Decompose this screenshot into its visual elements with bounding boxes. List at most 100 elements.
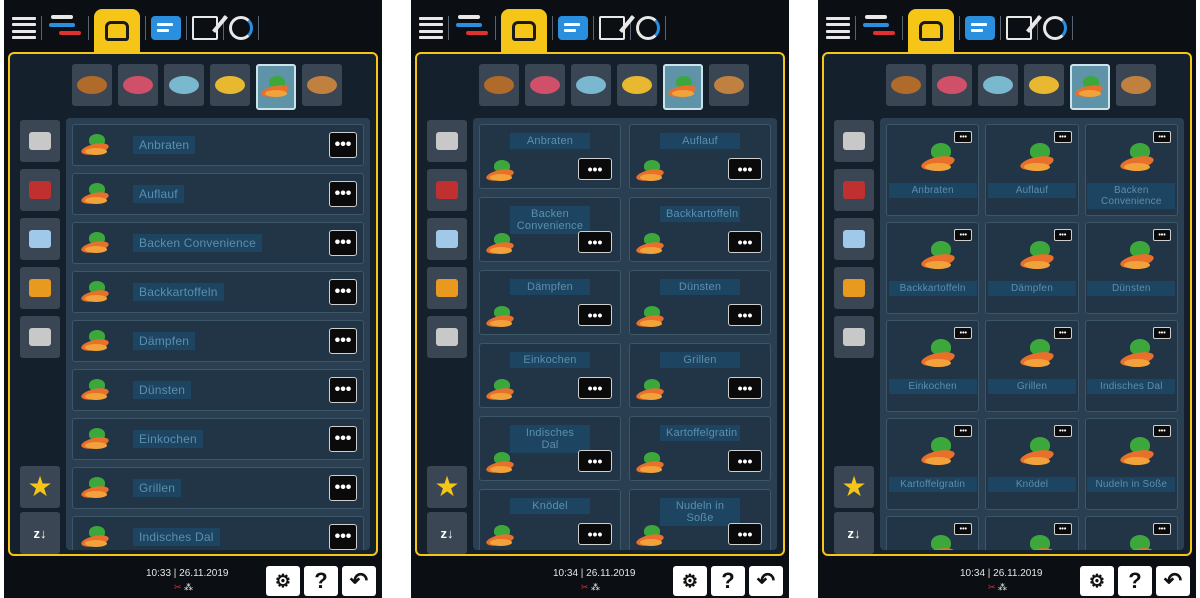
tab-programs[interactable]	[151, 10, 181, 46]
category-egg-dishes[interactable]	[210, 64, 250, 106]
sidebar-oven-rack[interactable]	[427, 120, 467, 162]
help-button[interactable]: ?	[711, 566, 745, 596]
more-button[interactable]: •••	[1153, 229, 1171, 241]
sidebar-pan[interactable]	[834, 169, 874, 211]
sidebar-pot[interactable]	[427, 218, 467, 260]
tab-programs[interactable]	[558, 10, 588, 46]
help-button[interactable]: ?	[304, 566, 338, 596]
more-button[interactable]: •••	[329, 230, 357, 256]
tile[interactable]: •••	[1084, 516, 1178, 550]
sort-button[interactable]: z↓	[834, 512, 874, 554]
sidebar-grill[interactable]	[20, 316, 60, 358]
more-button[interactable]: •••	[1053, 229, 1072, 241]
category-vegetables[interactable]	[663, 64, 703, 110]
tile[interactable]: ••• Nudeln in Soße	[1084, 418, 1178, 510]
more-button[interactable]: •••	[954, 327, 973, 339]
category-bakery[interactable]	[1116, 64, 1156, 106]
more-button[interactable]: •••	[329, 426, 357, 452]
category-meat[interactable]	[118, 64, 158, 106]
tab-edit[interactable]	[599, 10, 625, 46]
category-fish[interactable]	[164, 64, 204, 106]
tile[interactable]: Kartoffelgratin •••	[629, 416, 771, 481]
category-bakery[interactable]	[302, 64, 342, 106]
more-button[interactable]: •••	[578, 450, 612, 472]
tab-cooking-paths[interactable]	[501, 9, 547, 53]
more-button[interactable]: •••	[578, 158, 612, 180]
tile[interactable]: ••• Backkartoffeln	[886, 222, 980, 314]
list-item[interactable]: Einkochen •••	[72, 418, 364, 460]
back-button[interactable]: ↶	[1156, 566, 1190, 596]
favorites-button[interactable]: ★	[20, 466, 60, 508]
more-button[interactable]: •••	[578, 377, 612, 399]
more-button[interactable]: •••	[1053, 131, 1072, 143]
tile[interactable]: Nudeln in Soße •••	[629, 489, 771, 550]
category-fish[interactable]	[571, 64, 611, 106]
help-button[interactable]: ?	[1118, 566, 1152, 596]
tile[interactable]: Backen Convenience •••	[479, 197, 621, 262]
tab-cycle[interactable]	[229, 10, 253, 46]
settings-button[interactable]: ⚙	[1080, 566, 1114, 596]
more-button[interactable]: •••	[954, 425, 973, 437]
category-poultry[interactable]	[886, 64, 926, 106]
tile[interactable]: ••• Dünsten	[1084, 222, 1178, 314]
tab-cycle[interactable]	[1043, 10, 1067, 46]
sidebar-oven-rack[interactable]	[20, 120, 60, 162]
category-poultry[interactable]	[479, 64, 519, 106]
favorites-button[interactable]: ★	[427, 466, 467, 508]
tile[interactable]: ••• Grillen	[985, 320, 1079, 412]
category-vegetables[interactable]	[256, 64, 296, 110]
sidebar-pan[interactable]	[427, 169, 467, 211]
more-button[interactable]: •••	[728, 304, 762, 326]
category-egg-dishes[interactable]	[617, 64, 657, 106]
tab-cooking-paths[interactable]	[94, 9, 140, 53]
list-item[interactable]: Anbraten •••	[72, 124, 364, 166]
sidebar-grill[interactable]	[427, 316, 467, 358]
menu-button[interactable]	[12, 10, 36, 46]
more-button[interactable]: •••	[1153, 523, 1171, 535]
category-bakery[interactable]	[709, 64, 749, 106]
more-button[interactable]: •••	[1053, 425, 1072, 437]
more-button[interactable]: •••	[578, 304, 612, 326]
tile[interactable]: •••	[985, 516, 1079, 550]
tile[interactable]: ••• Auflauf	[985, 124, 1079, 216]
sort-button[interactable]: z↓	[20, 512, 60, 554]
tile[interactable]: Backkartoffeln •••	[629, 197, 771, 262]
tile[interactable]: ••• Indisches Dal	[1084, 320, 1178, 412]
more-button[interactable]: •••	[329, 377, 357, 403]
tab-programs[interactable]	[965, 10, 995, 46]
logo-button[interactable]	[454, 10, 490, 46]
category-poultry[interactable]	[72, 64, 112, 106]
tile[interactable]: Knödel •••	[479, 489, 621, 550]
more-button[interactable]: •••	[728, 231, 762, 253]
logo-button[interactable]	[47, 10, 83, 46]
list-item[interactable]: Auflauf •••	[72, 173, 364, 215]
tab-edit[interactable]	[1006, 10, 1032, 46]
list-item[interactable]: Grillen •••	[72, 467, 364, 509]
more-button[interactable]: •••	[954, 523, 973, 535]
more-button[interactable]: •••	[578, 231, 612, 253]
tile[interactable]: ••• Backen Convenience	[1084, 124, 1178, 216]
more-button[interactable]: •••	[1053, 523, 1072, 535]
back-button[interactable]: ↶	[749, 566, 783, 596]
tile[interactable]: ••• Kartoffelgratin	[886, 418, 980, 510]
category-vegetables[interactable]	[1070, 64, 1110, 110]
list-item[interactable]: Dünsten •••	[72, 369, 364, 411]
back-button[interactable]: ↶	[342, 566, 376, 596]
list-item[interactable]: Backkartoffeln •••	[72, 271, 364, 313]
tile[interactable]: •••	[886, 516, 980, 550]
more-button[interactable]: •••	[329, 328, 357, 354]
more-button[interactable]: •••	[1153, 131, 1171, 143]
tile[interactable]: Dünsten •••	[629, 270, 771, 335]
tile[interactable]: Grillen •••	[629, 343, 771, 408]
tab-cooking-paths[interactable]	[908, 9, 954, 53]
category-meat[interactable]	[932, 64, 972, 106]
more-button[interactable]: •••	[329, 279, 357, 305]
settings-button[interactable]: ⚙	[266, 566, 300, 596]
category-egg-dishes[interactable]	[1024, 64, 1064, 106]
sidebar-pan[interactable]	[20, 169, 60, 211]
sidebar-grill[interactable]	[834, 316, 874, 358]
tile[interactable]: Auflauf •••	[629, 124, 771, 189]
logo-button[interactable]	[861, 10, 897, 46]
list-item[interactable]: Backen Convenience •••	[72, 222, 364, 264]
sidebar-pot[interactable]	[834, 218, 874, 260]
